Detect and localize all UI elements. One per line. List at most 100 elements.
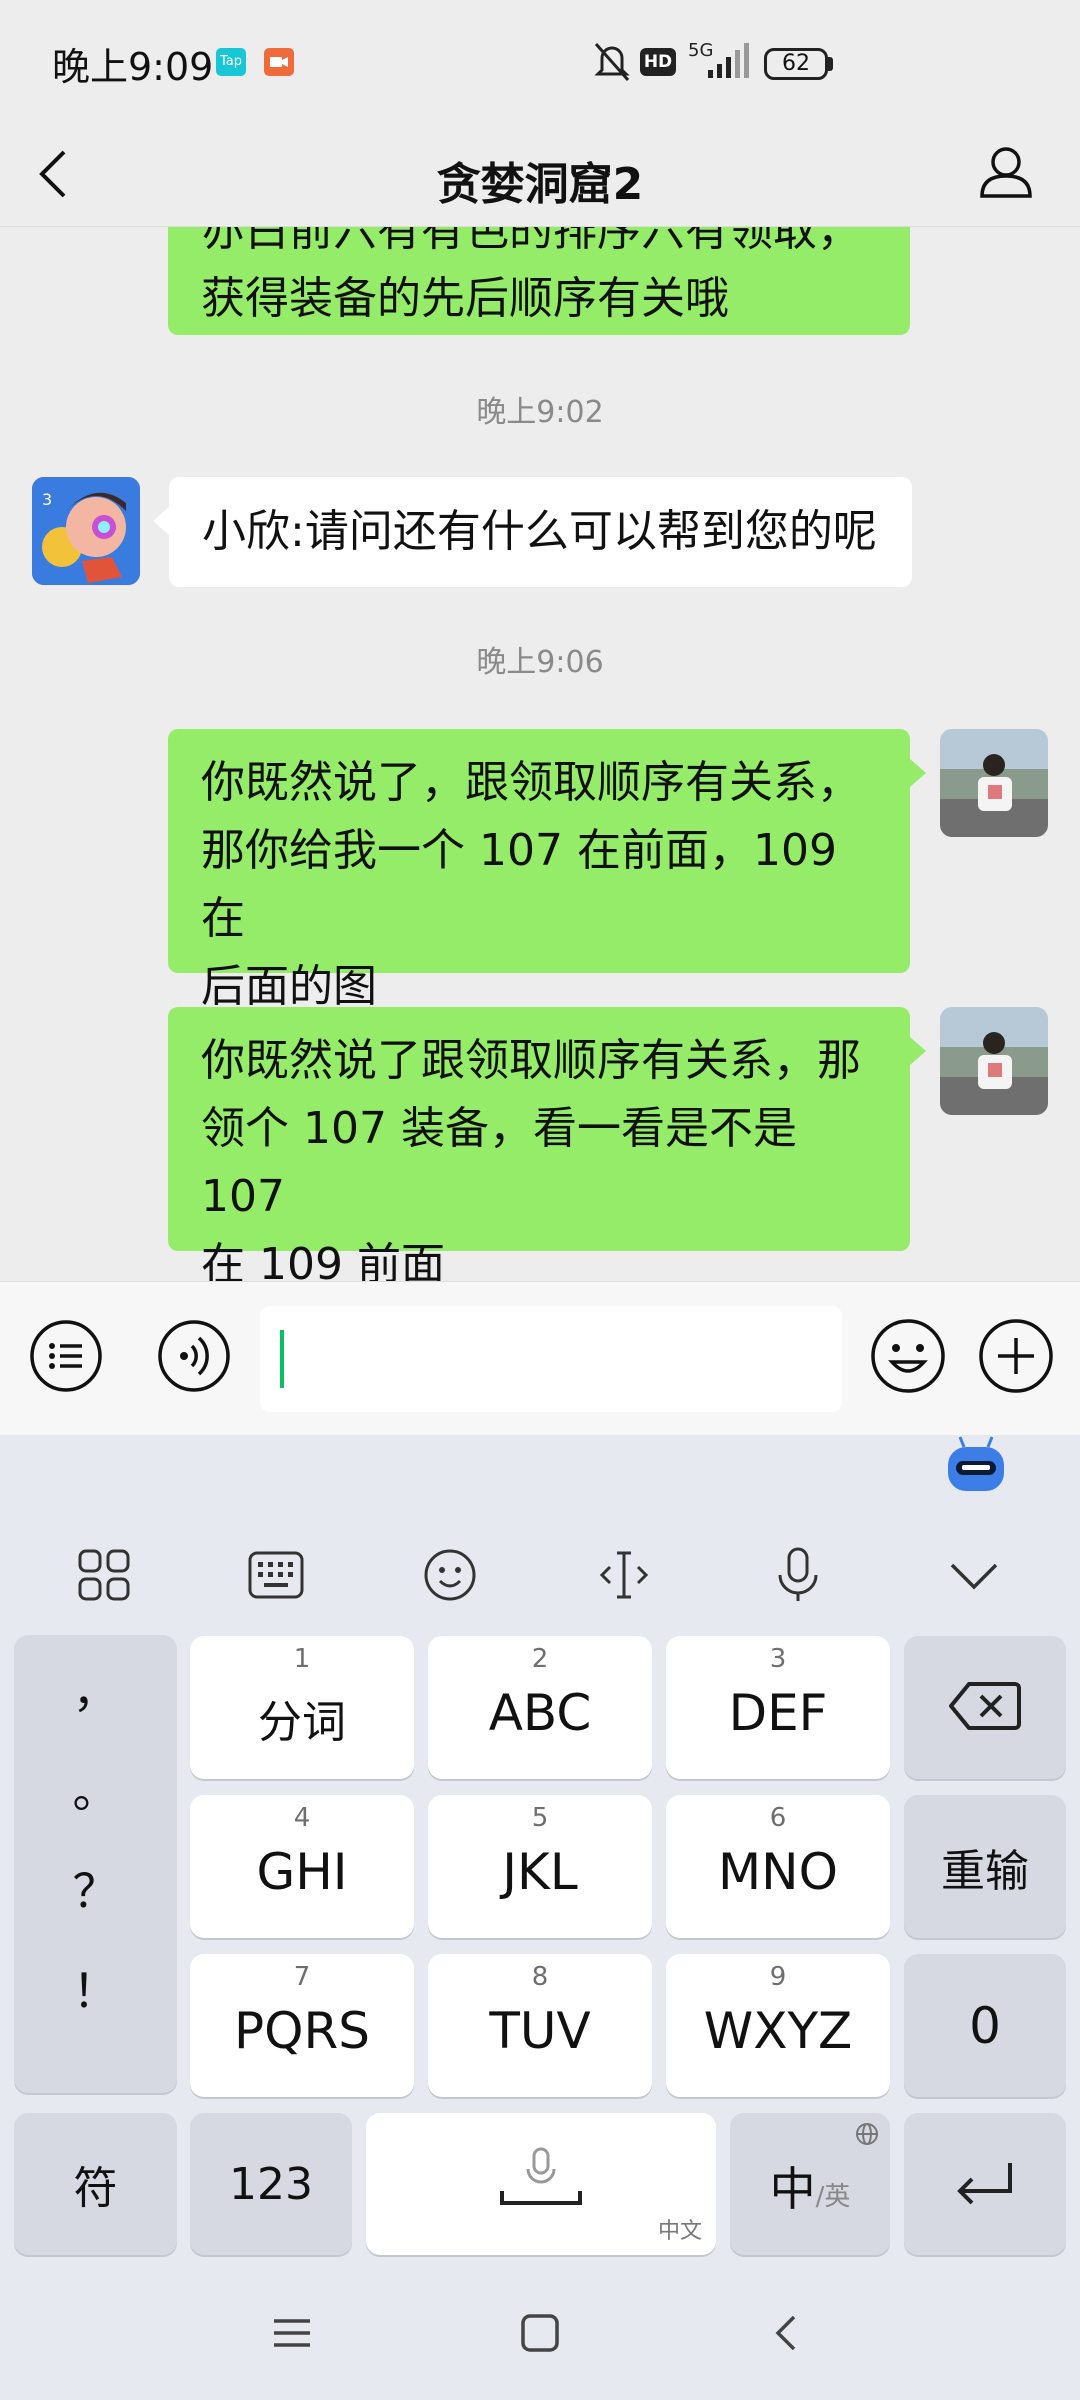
key-label: JKL [502, 1843, 578, 1901]
key-number: 3 [769, 1644, 787, 1674]
punct-question-key[interactable]: ？ [14, 1855, 177, 1921]
plus-more-icon[interactable] [976, 1316, 1056, 1400]
contact-avatar[interactable]: 3 [32, 477, 140, 585]
key-number: 5 [531, 1803, 549, 1833]
lang-main-label: 中 [769, 2162, 816, 2216]
message-timestamp: 晚上9:06 [476, 645, 604, 680]
chat-message-list[interactable]: 亦白前六有有色的排序六有领取， 获得装备的先后顺序有关哦 晚上9:02 3 小欣… [0, 227, 1080, 1281]
punct-comma-key[interactable]: ， [14, 1655, 177, 1721]
backspace-icon [949, 1682, 1021, 1730]
message-line: 领个 107 装备，看一看是不是 107 [201, 1103, 797, 1222]
taptap-notification-icon: Tap [216, 48, 246, 76]
menu-list-icon[interactable] [28, 1318, 104, 1398]
backspace-key[interactable] [904, 1636, 1066, 1779]
chat-header: 贪婪洞窟2 [0, 120, 1080, 227]
ai-assistant-robot-icon[interactable] [944, 1435, 1008, 1499]
enter-return-icon [957, 2163, 1012, 2205]
recents-menu-icon[interactable] [268, 2309, 316, 2361]
key-2-abc[interactable]: 2 ABC [428, 1636, 652, 1779]
message-bubble-sent[interactable]: 你既然说了，跟领取顺序有关系， 那你给我一个 107 在前面，109 在 后面的… [168, 729, 910, 1012]
my-avatar[interactable] [940, 1007, 1048, 1115]
home-square-icon[interactable] [516, 2309, 564, 2361]
text-cursor [280, 1330, 284, 1388]
key-number: 6 [769, 1803, 787, 1833]
key-label: 0 [969, 1996, 1001, 2055]
message-line: 你既然说了跟领取顺序有关系，那 [201, 1035, 861, 1086]
svg-text:3: 3 [42, 490, 52, 509]
message-bubble-sent[interactable]: 亦白前六有有色的排序六有领取， 获得装备的先后顺序有关哦 [168, 227, 910, 335]
bubble-tail [910, 1037, 926, 1065]
mute-bell-icon [592, 40, 632, 88]
message-timestamp: 晚上9:02 [476, 395, 604, 430]
key-label: ABC [488, 1684, 592, 1742]
space-hint: 中文 [657, 2219, 702, 2244]
lang-switch-key[interactable]: 中/英 [730, 2113, 890, 2255]
chat-title: 贪婪洞窟2 [436, 159, 644, 210]
key-label: 重输 [941, 1845, 1029, 1897]
emoji-icon[interactable] [868, 1316, 948, 1400]
cursor-edit-icon[interactable] [584, 1535, 664, 1615]
key-6-mno[interactable]: 6 MNO [666, 1795, 890, 1938]
key-1-fenci[interactable]: 1 分词 [190, 1636, 414, 1779]
status-time: 晚上9:09 [52, 45, 214, 89]
space-key[interactable]: 中文 [366, 2113, 716, 2255]
message-line: 那你给我一个 107 在前面，109 在 [201, 825, 837, 944]
key-number: 9 [769, 1962, 787, 1992]
message-line: 获得装备的先后顺序有关哦 [201, 273, 729, 324]
enter-key[interactable] [904, 2113, 1066, 2255]
key-label: TUV [489, 2002, 591, 2060]
message-bubble-received[interactable]: 小欣:请问还有什么可以帮到您的呢 [169, 477, 912, 587]
key-number: 7 [293, 1962, 311, 1992]
key-label: DEF [728, 1684, 828, 1742]
status-bar: 晚上9:09 Tap HD 5G 62 [0, 0, 1080, 120]
key-label: 分词 [258, 1697, 346, 1748]
key-label: 123 [229, 2158, 313, 2210]
chat-info-person-icon[interactable] [976, 142, 1036, 206]
space-mic-icon [500, 2147, 582, 2205]
bubble-tail [153, 507, 169, 535]
key-number: 2 [531, 1644, 549, 1674]
key-number: 8 [531, 1962, 549, 1992]
key-label: PQRS [234, 2002, 370, 2060]
numbers-key[interactable]: 123 [190, 2113, 352, 2255]
globe-icon [856, 2123, 878, 2145]
key-4-ghi[interactable]: 4 GHI [190, 1795, 414, 1938]
signal-icon [700, 40, 752, 84]
collapse-keyboard-chevron-icon[interactable] [934, 1535, 1014, 1615]
emoji-face-icon[interactable] [410, 1535, 490, 1615]
apps-grid-icon[interactable] [64, 1535, 144, 1615]
punct-exclamation-key[interactable]: ！ [14, 1955, 177, 2021]
keyboard-layout-icon[interactable] [236, 1535, 316, 1615]
battery-tip [828, 57, 833, 71]
voice-input-icon[interactable] [156, 1318, 232, 1398]
key-label: MNO [718, 1843, 838, 1901]
punct-period-key[interactable]: 。 [14, 1755, 177, 1821]
battery-indicator: 62 [764, 48, 828, 80]
message-line: 亦白前六有有色的排序六有领取， [201, 227, 861, 256]
reinput-key[interactable]: 重输 [904, 1795, 1066, 1938]
message-input-bar [0, 1281, 1080, 1435]
message-bubble-sent[interactable]: 你既然说了跟领取顺序有关系，那 领个 107 装备，看一看是不是 107 在 1… [168, 1007, 910, 1281]
my-avatar[interactable] [940, 729, 1048, 837]
key-8-tuv[interactable]: 8 TUV [428, 1954, 652, 2097]
key-5-jkl[interactable]: 5 JKL [428, 1795, 652, 1938]
message-line: 在 109 前面 [201, 1239, 445, 1281]
key-number: 4 [293, 1803, 311, 1833]
video-notification-icon [264, 48, 294, 76]
key-3-def[interactable]: 3 DEF [666, 1636, 890, 1779]
key-number: 1 [293, 1644, 311, 1674]
message-line: 你既然说了，跟领取顺序有关系， [201, 757, 861, 808]
hd-voice-icon: HD [640, 48, 676, 76]
zero-key[interactable]: 0 [904, 1954, 1066, 2097]
symbols-key[interactable]: 符 [14, 2113, 177, 2255]
key-7-pqrs[interactable]: 7 PQRS [190, 1954, 414, 2097]
microphone-icon[interactable] [758, 1535, 838, 1615]
lang-alt-label: /英 [815, 2182, 851, 2212]
message-input[interactable] [260, 1306, 842, 1412]
back-nav-icon[interactable] [764, 2309, 812, 2361]
ime-keyboard: ， 。 ？ ！ 1 分词 2 ABC 3 DEF 4 GHI 5 JKL 6 M… [0, 1435, 1080, 2265]
key-9-wxyz[interactable]: 9 WXYZ [666, 1954, 890, 2097]
punctuation-column[interactable]: ， 。 ？ ！ [14, 1635, 177, 2093]
key-label: WXYZ [703, 2002, 853, 2060]
key-label: GHI [256, 1843, 348, 1901]
